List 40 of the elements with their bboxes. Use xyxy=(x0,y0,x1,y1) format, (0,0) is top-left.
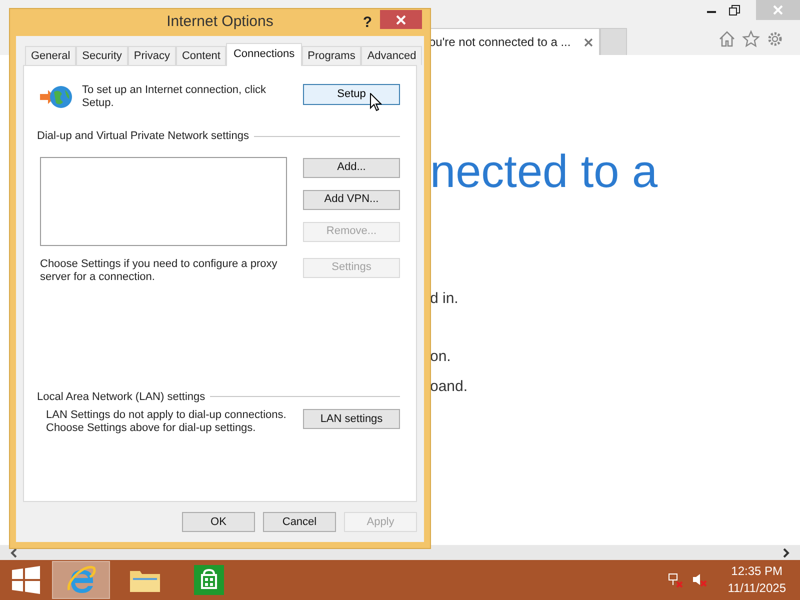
list-action-button[interactable]: Add VPN... xyxy=(303,190,400,210)
dialog-tab[interactable]: Advanced xyxy=(361,46,422,65)
lan-description: LAN Settings do not apply to dial-up connections. Choose Settings above for dial-up settings. xyxy=(46,409,288,435)
dialog-button[interactable]: OK xyxy=(182,512,255,532)
dialog-tab[interactable]: General xyxy=(25,46,76,65)
page-heading: nected to a xyxy=(430,144,659,199)
close-button[interactable] xyxy=(380,10,422,29)
page-text: oand. xyxy=(430,377,469,397)
close-icon[interactable] xyxy=(584,38,593,46)
store-icon xyxy=(194,565,224,595)
dialog-button[interactable]: Cancel xyxy=(263,512,336,532)
help-button[interactable]: ? xyxy=(362,12,372,34)
dialog-tab[interactable]: Privacy xyxy=(128,46,176,65)
close-icon xyxy=(396,14,406,24)
home-icon[interactable] xyxy=(718,30,736,48)
restore-icon[interactable] xyxy=(729,4,740,16)
section-heading: Dial-up and Virtual Private Network settings xyxy=(37,129,249,144)
proxy-description: Choose Settings if you need to configure a proxy server for a connection. xyxy=(40,258,278,284)
clock-time[interactable]: 12:35 PM xyxy=(731,563,783,580)
setup-description: To set up an Internet connection, click Setup. xyxy=(82,84,268,110)
close-icon xyxy=(773,5,783,15)
settings-icon[interactable] xyxy=(766,30,784,48)
star-icon[interactable] xyxy=(742,30,760,48)
network-error-icon[interactable] xyxy=(668,572,684,588)
dialog-tab[interactable]: Security xyxy=(76,46,128,65)
dialog-tab[interactable]: Programs xyxy=(302,46,362,65)
page-text: on. xyxy=(430,347,452,367)
lan-settings-button[interactable]: LAN settings xyxy=(303,409,400,429)
muted-speaker-icon[interactable] xyxy=(692,572,708,588)
list-action-button[interactable]: Add... xyxy=(303,158,400,178)
internet-browser-icon xyxy=(66,565,96,595)
windows-logo-icon[interactable] xyxy=(12,566,40,594)
section-heading: Local Area Network (LAN) settings xyxy=(37,390,206,404)
page-text: d in. xyxy=(430,289,460,309)
dialog-tab[interactable]: Connections xyxy=(226,43,302,66)
clock-date[interactable]: 11/11/2025 xyxy=(728,580,786,597)
cursor-icon xyxy=(370,93,382,112)
connection-list[interactable] xyxy=(40,156,287,246)
dialog-tab[interactable]: Content xyxy=(176,46,226,65)
dialog-title: Internet Options xyxy=(166,12,274,32)
